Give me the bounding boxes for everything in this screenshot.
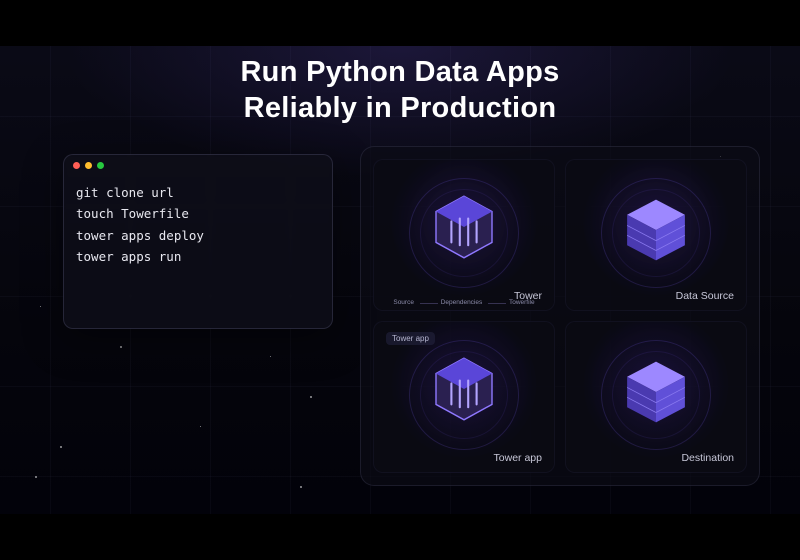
- flow-label: Dependencies: [441, 299, 483, 306]
- architecture-panel: Tower Source Dependencies Towerfile Data…: [360, 146, 760, 486]
- card-tower-app: Tower app Tower app: [373, 321, 555, 473]
- terminal-body: git clone url touch Towerfile tower apps…: [64, 176, 332, 279]
- flow-label: Towerfile: [509, 299, 535, 306]
- card-tower: Tower Source Dependencies Towerfile: [373, 159, 555, 311]
- card-label: Tower app: [494, 452, 542, 464]
- terminal-chrome: [64, 155, 332, 176]
- card-destination: Destination: [565, 321, 747, 473]
- letterbox-bottom: [0, 514, 800, 560]
- terminal-window: git clone url touch Towerfile tower apps…: [63, 154, 333, 329]
- card-label: Destination: [681, 452, 734, 464]
- card-label: Data Source: [676, 290, 734, 302]
- headline-line-2: Reliably in Production: [244, 92, 557, 124]
- terminal-line: tower apps deploy: [76, 225, 320, 246]
- flow-label: Source: [393, 299, 414, 306]
- headline-line-1: Run Python Data Apps: [240, 56, 559, 88]
- flow-labels: Source Dependencies Towerfile: [374, 299, 554, 306]
- terminal-line: touch Towerfile: [76, 203, 320, 224]
- minimize-icon: [85, 162, 92, 169]
- letterbox-top: [0, 0, 800, 46]
- close-icon: [73, 162, 80, 169]
- tag-label: Tower app: [386, 332, 435, 345]
- maximize-icon: [97, 162, 104, 169]
- terminal-line: tower apps run: [76, 246, 320, 267]
- card-data-source: Data Source: [565, 159, 747, 311]
- terminal-line: git clone url: [76, 182, 320, 203]
- headline: Run Python Data Apps Reliably in Product…: [0, 54, 800, 127]
- hero-scene: Run Python Data Apps Reliably in Product…: [0, 46, 800, 514]
